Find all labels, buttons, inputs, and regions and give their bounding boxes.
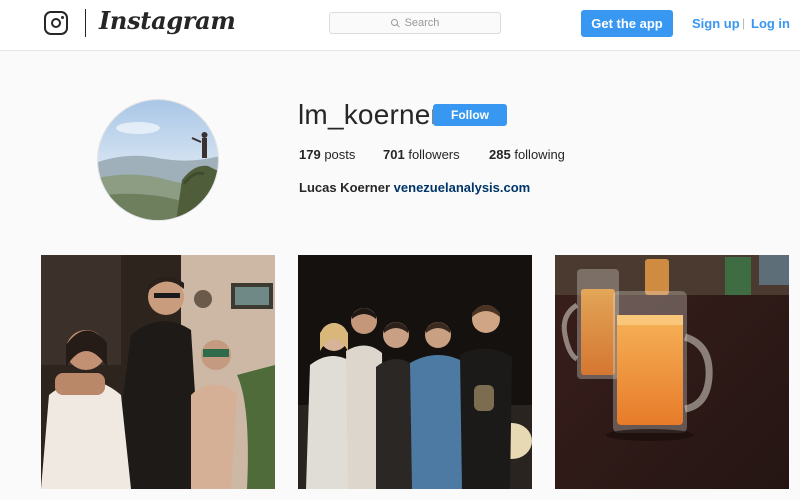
nav-separator: | xyxy=(742,16,746,30)
instagram-camera-icon[interactable] xyxy=(44,11,68,35)
followers-count[interactable]: 701 followers xyxy=(383,147,460,162)
log-in-link[interactable]: Log in xyxy=(751,16,790,31)
logo-divider xyxy=(85,9,86,37)
followers-count-label: followers xyxy=(408,147,460,162)
profile-username: lm_koerner xyxy=(298,99,441,130)
sign-up-link[interactable]: Sign up xyxy=(692,16,740,31)
followers-count-value: 701 xyxy=(383,147,405,162)
top-navigation-bar: Instagram Search Get the app Sign up | L… xyxy=(0,0,800,51)
post-thumbnail-1[interactable] xyxy=(41,255,275,489)
follow-button[interactable]: Follow xyxy=(433,104,507,126)
post-thumbnail-2[interactable] xyxy=(298,255,532,489)
instagram-wordmark[interactable]: Instagram xyxy=(99,6,236,35)
search-input[interactable]: Search xyxy=(329,12,501,34)
profile-full-name: Lucas Koerner xyxy=(299,180,391,195)
posts-count-label: posts xyxy=(324,147,356,162)
profile-website-link[interactable]: venezuelanalysis.com xyxy=(394,180,531,195)
profile-avatar xyxy=(97,99,219,221)
following-count[interactable]: 285 following xyxy=(489,147,565,162)
profile-bio: Lucas Koerner venezuelanalysis.com xyxy=(299,180,530,195)
search-icon xyxy=(390,18,400,28)
posts-count: 179 posts xyxy=(299,147,355,162)
post-thumbnail-3[interactable] xyxy=(555,255,789,489)
following-count-label: following xyxy=(514,147,565,162)
following-count-value: 285 xyxy=(489,147,511,162)
get-the-app-button[interactable]: Get the app xyxy=(581,10,673,37)
search-placeholder: Search xyxy=(404,17,440,29)
posts-count-value: 179 xyxy=(299,147,321,162)
